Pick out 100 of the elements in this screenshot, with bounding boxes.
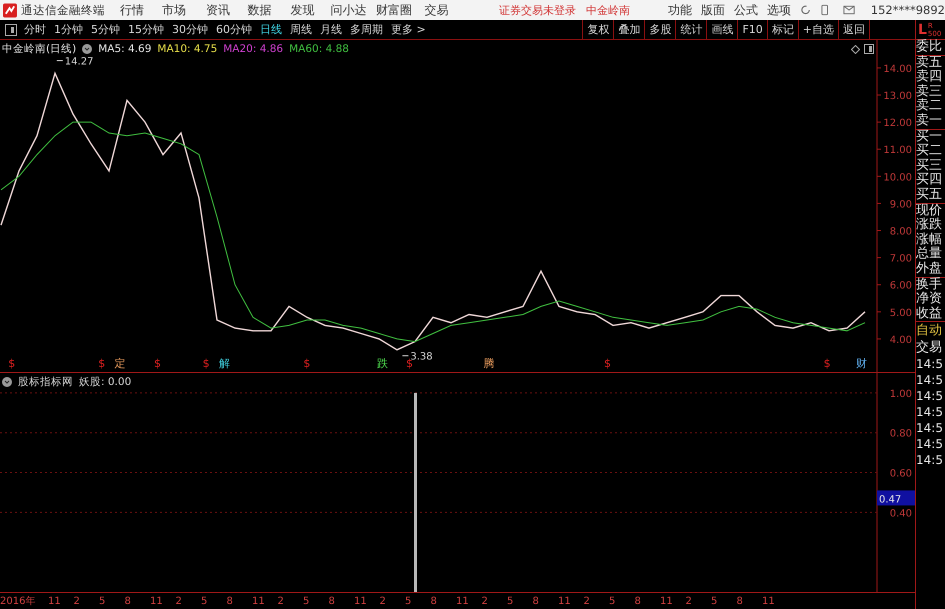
indicator-name: 股标指标网	[18, 375, 73, 389]
quote-label: 换手	[916, 278, 943, 292]
toolbar-button[interactable]: 统计	[675, 20, 706, 39]
axis-tick-label: 12.00	[883, 118, 912, 130]
menu-item[interactable]: 数据	[248, 2, 291, 18]
quote-label: 卖一	[916, 114, 943, 129]
phone-icon[interactable]	[821, 4, 829, 16]
quote-label: 委比	[916, 40, 943, 55]
menu-item[interactable]: 财富圈	[376, 2, 425, 18]
event-marker[interactable]: $	[824, 357, 831, 370]
event-marker[interactable]: 定	[114, 357, 126, 370]
toolbar-button[interactable]: 多股	[644, 20, 676, 39]
level-label: L	[918, 22, 927, 38]
toolbar-button[interactable]: 标记	[766, 20, 798, 39]
toolbar-menu-item[interactable]: 选项	[767, 2, 792, 18]
period-tab[interactable]: 更多 >	[391, 22, 426, 37]
refresh-icon[interactable]	[800, 4, 812, 16]
moving-average-value: MA10: 4.75	[157, 43, 218, 55]
axis-date-label: 11	[252, 596, 266, 606]
diamond-icon[interactable]	[851, 45, 860, 54]
quote-label: 净资	[916, 292, 943, 306]
axis-tick-label: 8.00	[890, 226, 912, 238]
axis-tick-label: 0.40	[890, 508, 912, 520]
period-tab[interactable]: 多周期	[350, 22, 383, 37]
quote-label: 买五	[916, 188, 943, 203]
toolbar-menu-item[interactable]: 版面	[701, 2, 726, 18]
cursor-value-label: 0.47	[877, 490, 915, 506]
axis-date-label: 2016年	[0, 595, 36, 608]
period-tab[interactable]: 月线	[320, 22, 342, 37]
axis-tick-label: 7.00	[890, 254, 912, 265]
menu-item[interactable]: 问小达	[330, 2, 376, 18]
trade-time: 14:5	[916, 420, 944, 436]
toolbar-menu-item[interactable]: 公式	[734, 2, 758, 18]
axis-date-label: 5	[99, 596, 106, 606]
axis-date-label: 11	[660, 596, 674, 606]
axis-date-label: 2	[482, 596, 489, 606]
trade-time: 14:5	[916, 452, 944, 468]
event-marker[interactable]: $	[303, 357, 310, 370]
period-tab[interactable]: 60分钟	[216, 22, 252, 37]
toolbar-button[interactable]: 返回	[838, 20, 869, 39]
event-marker[interactable]: 解	[218, 357, 230, 370]
axis-tick-label: 6.00	[890, 280, 912, 292]
axis-date-label: 8	[634, 596, 642, 606]
toolbar-button[interactable]: 画线	[706, 20, 738, 39]
event-marker[interactable]: 财	[856, 357, 867, 370]
axis-date-label: 8	[430, 596, 438, 606]
axis-tick-label: 1.00	[890, 388, 912, 400]
chevron-circle-icon[interactable]	[82, 44, 92, 54]
moving-average-value: MA60: 4.88	[289, 43, 349, 55]
event-marker[interactable]: $	[154, 357, 161, 370]
trade-subtitle: 交易	[916, 339, 943, 356]
period-tab[interactable]: 30分钟	[172, 22, 208, 37]
toolbar-button[interactable]: 复权	[582, 20, 614, 39]
trade-time: 14:5	[916, 436, 944, 452]
toolbar-button[interactable]: F10	[737, 20, 767, 39]
quote-label: 涨幅	[916, 232, 943, 247]
axis-tick-label: 5.00	[890, 308, 912, 319]
axis-date-label: 5	[609, 596, 616, 606]
panel-toggle-icon[interactable]	[864, 44, 874, 54]
menu-item[interactable]: 资讯	[206, 2, 248, 18]
event-marker[interactable]: $	[604, 357, 611, 370]
menu-item[interactable]: 市场	[162, 2, 206, 18]
moving-average-value: MA20: 4.86	[223, 43, 284, 55]
period-tab[interactable]: 周线	[290, 22, 312, 37]
event-marker[interactable]: $	[406, 357, 413, 370]
status-text: 中金岭南	[586, 2, 630, 18]
mail-icon[interactable]	[842, 5, 855, 15]
toolbar-button[interactable]: +自选	[798, 20, 838, 39]
chevron-circle-icon[interactable]	[2, 377, 12, 387]
axis-date-label: 2	[686, 596, 693, 606]
period-tab[interactable]: 分时	[24, 22, 46, 37]
axis-date-label: 11	[354, 596, 368, 606]
toolbar-menu-item[interactable]: 功能	[668, 2, 692, 18]
event-marker[interactable]: $	[202, 357, 210, 370]
leader-line	[402, 355, 409, 356]
period-tab[interactable]: 5分钟	[91, 22, 120, 37]
axis-tick-label: 10.00	[883, 172, 912, 184]
trade-time: 14:5	[916, 372, 944, 388]
axis-tick-label: 14.00	[883, 64, 912, 75]
period-tab[interactable]: 1分钟	[54, 22, 83, 37]
axis-date-label: 5	[711, 596, 718, 606]
trade-time: 14:5	[916, 388, 944, 404]
app-logo-icon	[3, 2, 17, 18]
event-marker[interactable]: 跌	[377, 357, 388, 370]
event-marker[interactable]: $	[98, 357, 106, 370]
panel-toggle-icon[interactable]	[5, 24, 17, 36]
toolbar-button[interactable]: 叠加	[613, 20, 644, 39]
event-marker[interactable]: 腾	[483, 357, 494, 370]
period-tab[interactable]: 日线	[260, 22, 282, 37]
menu-item[interactable]: 发现	[290, 2, 331, 18]
axis-tick-label: 13.00	[883, 91, 912, 102]
menu-item[interactable]: 交易	[424, 2, 462, 18]
stock-title: 中金岭南(日线)	[2, 42, 76, 56]
quote-label: 买一	[916, 130, 943, 144]
quote-label: 卖四	[916, 70, 943, 84]
axis-date-label: 11	[48, 596, 62, 606]
axis-date-label: 5	[507, 596, 514, 606]
menu-item[interactable]: 行情	[120, 2, 162, 18]
event-marker[interactable]: $	[8, 357, 16, 370]
period-tab[interactable]: 15分钟	[128, 22, 164, 37]
